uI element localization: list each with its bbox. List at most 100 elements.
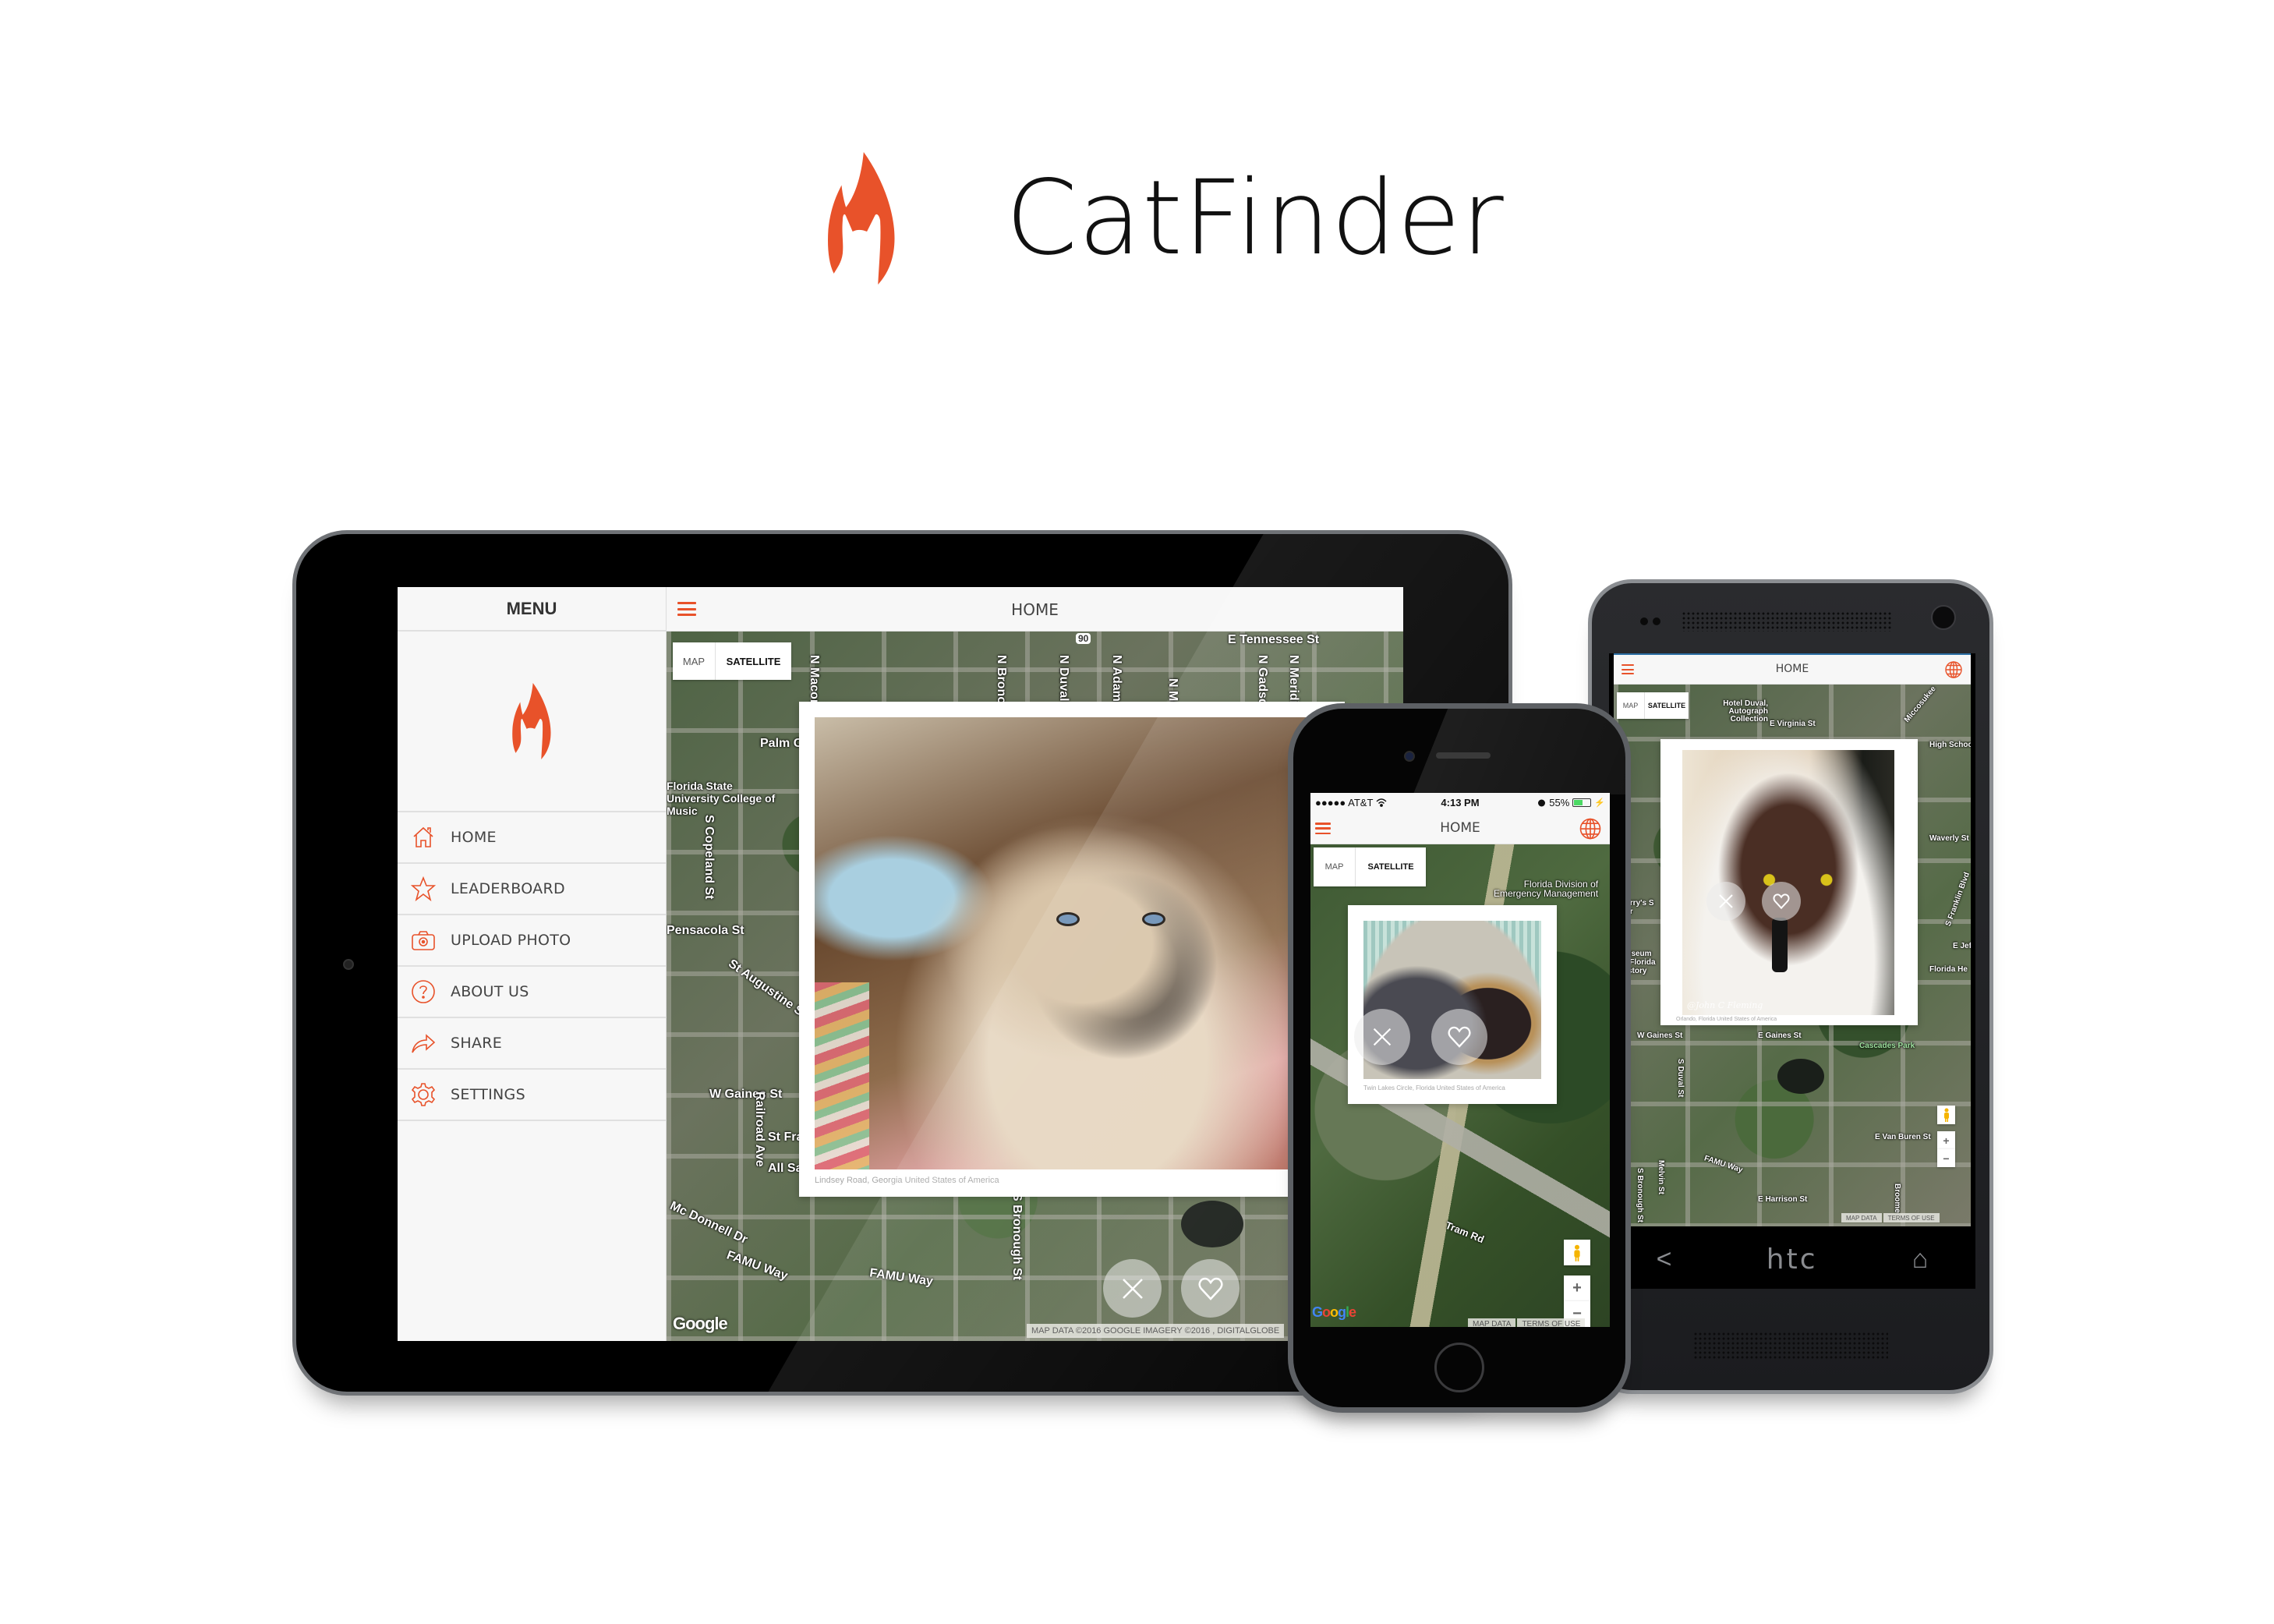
dismiss-button[interactable] xyxy=(1354,1009,1410,1065)
tablet-screen: MENU HOME LEADERBOARD UPLOAD PHOTO ABOUT… xyxy=(398,587,1403,1341)
menu-item-about-us[interactable]: ABOUT US xyxy=(398,967,666,1018)
pegman-icon xyxy=(1943,1108,1949,1122)
map-label: S Copeland St xyxy=(702,815,716,900)
battery-icon xyxy=(1572,798,1592,807)
map-type-toggle: MAP SATELLITE xyxy=(1314,847,1426,886)
google-logo: Google xyxy=(673,1314,728,1333)
map-type-satellite[interactable]: SATELLITE xyxy=(1645,692,1689,719)
menu-item-leaderboard[interactable]: LEADERBOARD xyxy=(398,864,666,915)
map-label: N Adams xyxy=(1110,655,1123,709)
cat-photo-card[interactable]: @John C Fleming Orlando, Florida United … xyxy=(1660,739,1918,1025)
map-data-link[interactable]: MAP DATA xyxy=(1468,1318,1516,1327)
map-label: E Gaines St xyxy=(1758,1031,1802,1040)
cat-photo-card[interactable]: Lindsey Road, Georgia United States of A… xyxy=(799,702,1345,1197)
heart-icon xyxy=(1773,893,1790,909)
camera-icon xyxy=(410,927,437,954)
screen-glare xyxy=(1413,709,1625,794)
menu-item-upload-photo[interactable]: UPLOAD PHOTO xyxy=(398,915,666,967)
close-icon xyxy=(1719,894,1733,908)
android-nav-bar: < htc ⌂ xyxy=(1609,1230,1975,1289)
phone-sensor xyxy=(1653,617,1660,625)
map-label: FAMU Way xyxy=(1703,1154,1744,1175)
photo-location-caption: Orlando, Florida United States of Americ… xyxy=(1676,1017,1777,1022)
photo-watermark: @John C Fleming xyxy=(1687,1000,1763,1010)
menu-item-share[interactable]: SHARE xyxy=(398,1018,666,1070)
satellite-map[interactable]: Florida Division of Emergency Management… xyxy=(1310,844,1610,1327)
header-title: HOME xyxy=(1011,600,1059,619)
map-label: E Jeff xyxy=(1953,942,1971,950)
map-label-line: Emergency Management xyxy=(1494,888,1599,899)
map-label: S Bronough St xyxy=(1636,1168,1644,1222)
map-label: Florida State University College of Musi… xyxy=(667,780,776,817)
android-home-button[interactable]: ⌂ xyxy=(1912,1244,1929,1275)
google-logo: Google xyxy=(1312,1304,1356,1320)
globe-icon[interactable] xyxy=(1579,817,1602,840)
pegman-icon xyxy=(1574,1244,1580,1261)
street-view-pegman[interactable] xyxy=(1564,1240,1590,1265)
map-label: FAMU Way xyxy=(868,1266,934,1289)
app-header: HOME xyxy=(667,587,1403,632)
map-attribution: MAP DATA TERMS OF USE xyxy=(1840,1213,1940,1222)
map-attribution: MAP DATA TERMS OF USE xyxy=(1466,1318,1586,1327)
menu-item-home[interactable]: HOME xyxy=(398,812,666,864)
menu-item-settings[interactable]: SETTINGS xyxy=(398,1070,666,1121)
htc-screen: HOME Hotel Duval, Autograph Collection E… xyxy=(1609,653,1975,1289)
map-label: FAMU Way xyxy=(724,1248,790,1283)
phone-sensor xyxy=(1640,617,1648,625)
street-view-pegman[interactable] xyxy=(1937,1106,1955,1124)
route-shield: 90 xyxy=(1076,633,1091,644)
iphone-screen: ●●●●● AT&T 4:13 PM 55% ⚡ HOME Florida Di… xyxy=(1310,793,1610,1327)
map-data-link[interactable]: MAP DATA xyxy=(1841,1213,1882,1222)
catfinder-logo-icon xyxy=(828,152,895,285)
help-icon xyxy=(410,978,437,1005)
like-button[interactable] xyxy=(1762,882,1801,921)
map-label: W Gaines St xyxy=(709,1088,783,1101)
map-label: E Harrison St xyxy=(1758,1195,1808,1204)
htc-phone-device: HOME Hotel Duval, Autograph Collection E… xyxy=(1588,579,1993,1394)
dismiss-button[interactable] xyxy=(1103,1259,1162,1318)
home-button[interactable] xyxy=(1434,1343,1484,1392)
zoom-out-button[interactable]: − xyxy=(1937,1149,1955,1167)
cat-photo-card[interactable]: Twin Lakes Circle, Florida United States… xyxy=(1348,905,1557,1104)
menu-logo xyxy=(398,632,666,812)
htc-app: HOME Hotel Duval, Autograph Collection E… xyxy=(1614,653,1971,1226)
side-menu: MENU HOME LEADERBOARD UPLOAD PHOTO ABOUT… xyxy=(398,587,667,1341)
map-type-map[interactable]: MAP xyxy=(673,642,716,680)
map-type-map[interactable]: MAP xyxy=(1314,847,1356,886)
iphone-device: ●●●●● AT&T 4:13 PM 55% ⚡ HOME Florida Di… xyxy=(1288,703,1631,1413)
globe-icon[interactable] xyxy=(1944,660,1963,679)
terms-of-use-link[interactable]: TERMS OF USE xyxy=(1883,1213,1940,1222)
map-label: St Augustine St xyxy=(726,957,809,1021)
map-label: Florida He xyxy=(1929,965,1968,974)
dismiss-button[interactable] xyxy=(1706,882,1745,921)
like-button[interactable] xyxy=(1181,1259,1240,1318)
map-type-satellite[interactable]: SATELLITE xyxy=(1356,847,1426,886)
wifi-icon xyxy=(1376,798,1387,807)
map-label: E Van Buren St xyxy=(1875,1133,1931,1141)
photo-location-caption: Lindsey Road, Georgia United States of A… xyxy=(815,1176,999,1185)
menu-item-label: LEADERBOARD xyxy=(451,880,565,897)
close-icon xyxy=(1373,1028,1392,1046)
map-label: Tram Rd xyxy=(1444,1219,1486,1246)
map-label: High School xyxy=(1929,741,1971,749)
map-label: Broome xyxy=(1893,1184,1901,1213)
attribution-link[interactable]: MAP DATA ©2016 GOOGLE IMAGERY ©2016 , DI… xyxy=(1027,1324,1285,1338)
map-label: E Virginia St xyxy=(1770,720,1816,728)
status-bar: ●●●●● AT&T 4:13 PM 55% ⚡ xyxy=(1310,793,1610,812)
zoom-in-button[interactable]: + xyxy=(1564,1275,1590,1301)
cat-photo xyxy=(815,717,1329,1169)
back-button[interactable]: < xyxy=(1657,1244,1672,1275)
map-label: S Bronough St xyxy=(1010,1193,1024,1280)
map-label: Mc Donnell Dr xyxy=(667,1199,750,1247)
zoom-in-button[interactable]: + xyxy=(1937,1131,1955,1149)
map-label: Cascades Park xyxy=(1859,1042,1915,1050)
front-camera xyxy=(1931,605,1956,630)
satellite-map[interactable]: Hotel Duval, Autograph Collection E Virg… xyxy=(1614,685,1971,1226)
speaker-grille xyxy=(1693,1332,1888,1360)
map-type-satellite[interactable]: SATELLITE xyxy=(716,642,791,680)
terms-of-use-link[interactable]: TERMS OF USE xyxy=(1517,1318,1586,1327)
menu-title: MENU xyxy=(398,587,666,632)
like-button[interactable] xyxy=(1431,1009,1487,1065)
app-header: HOME xyxy=(1614,655,1971,685)
map-label: Melvin St xyxy=(1657,1160,1665,1194)
